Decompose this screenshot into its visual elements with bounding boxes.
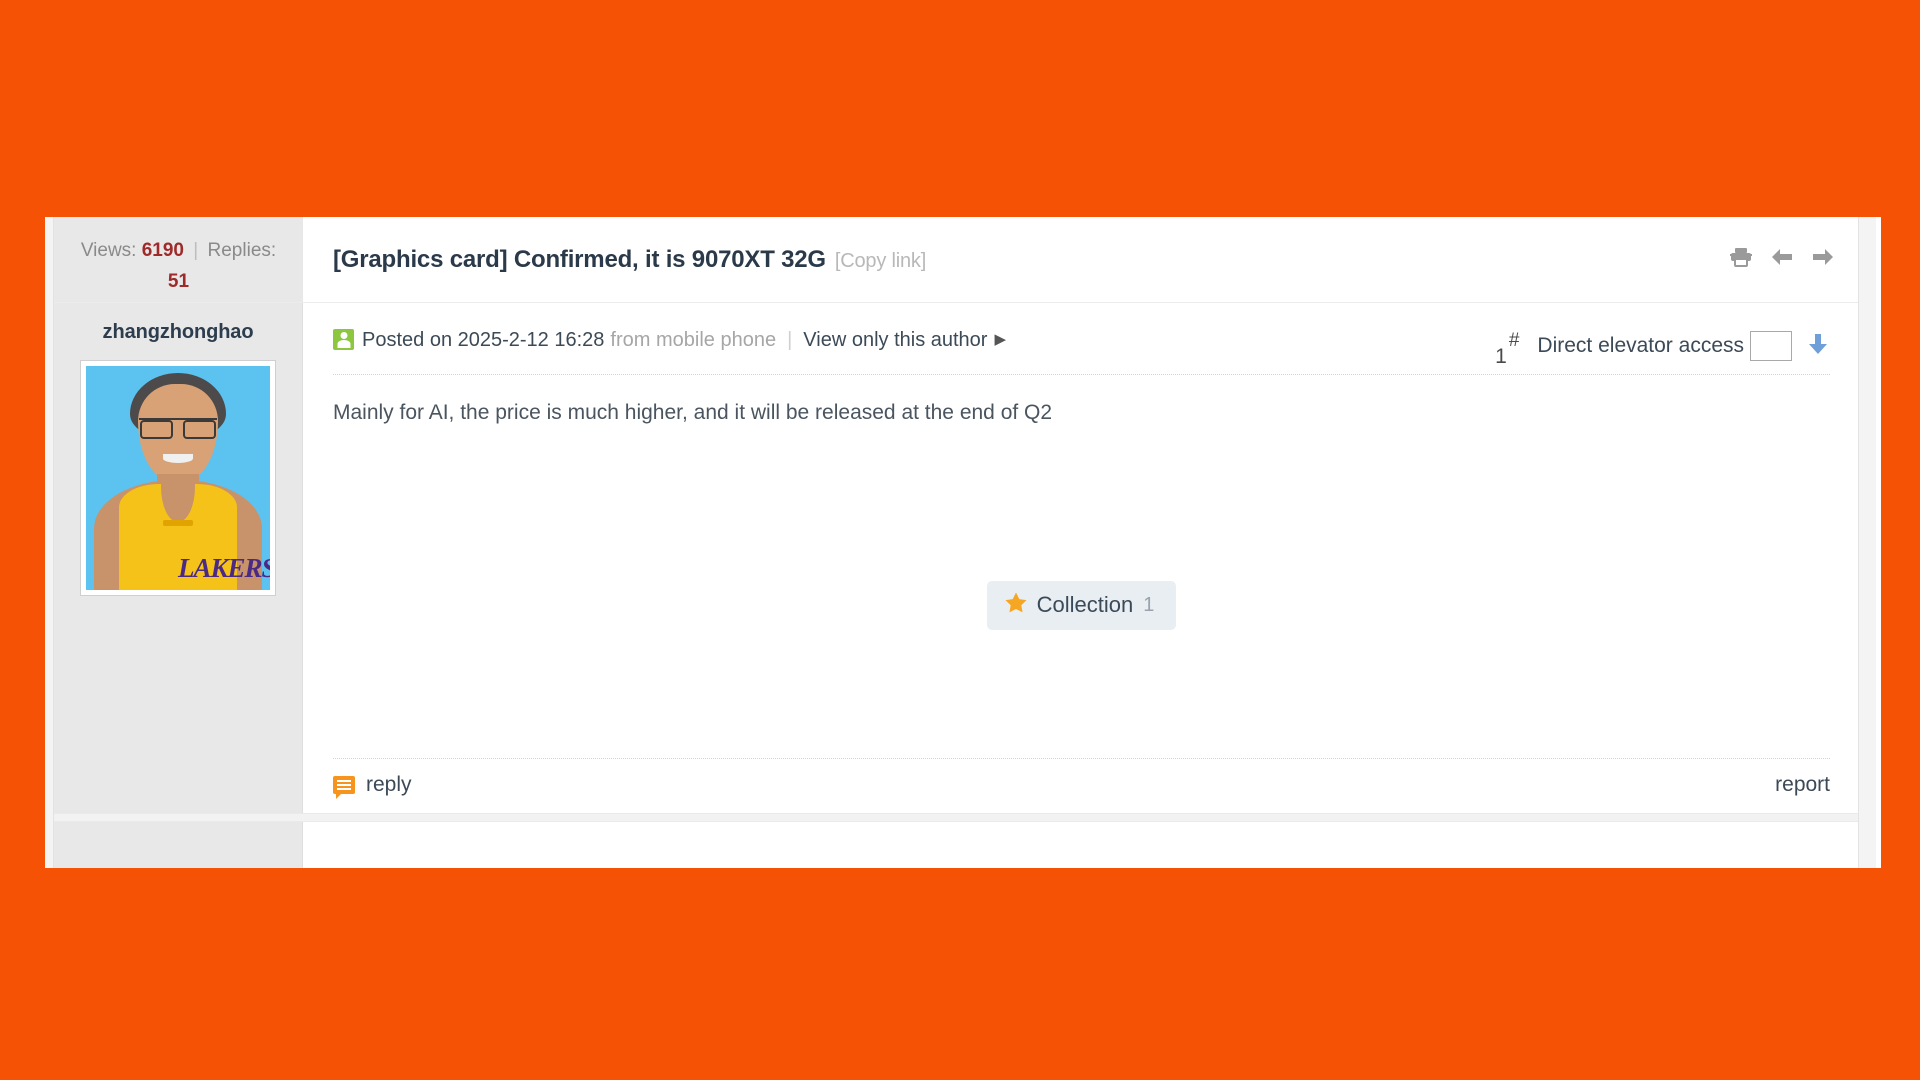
reply-button[interactable]: reply	[333, 773, 412, 799]
avatar-collar-pin	[163, 520, 193, 526]
jump-down-icon[interactable]	[1806, 332, 1830, 361]
replies-count: 51	[167, 270, 190, 292]
print-icon[interactable]	[1730, 247, 1752, 272]
thread-stats-line: Views: 6190 | Replies:	[72, 237, 285, 266]
reply-label: reply	[366, 773, 412, 796]
chevron-right-icon[interactable]: ▶	[994, 332, 1006, 347]
post-body-column-next	[303, 822, 1858, 868]
next-thread-icon[interactable]	[1812, 248, 1834, 271]
post-meta-right: 1# Direct elevator access	[1495, 329, 1830, 368]
thread-card: Views: 6190 | Replies: 51 [Graphics card…	[53, 217, 1859, 868]
view-only-author-link[interactable]: View only this author	[803, 330, 987, 350]
avatar[interactable]: LAKERS	[80, 360, 276, 596]
collection-label: Collection	[1036, 592, 1134, 617]
avatar-image: LAKERS	[86, 366, 270, 590]
copy-link-button[interactable]: [Copy link]	[835, 250, 926, 272]
avatar-mouth	[163, 454, 193, 463]
post-device: from mobile phone	[610, 328, 777, 351]
collection-count: 1	[1143, 593, 1155, 616]
thread-stats: Views: 6190 | Replies: 51	[54, 217, 303, 302]
thread-header: Views: 6190 | Replies: 51 [Graphics card…	[54, 217, 1858, 303]
post-next-partial-hint	[1801, 852, 1806, 867]
meta-separator: |	[787, 328, 793, 351]
post-meta-row: Posted on 2025-2-12 16:28 from mobile ph…	[333, 329, 1830, 375]
post-author-column-next	[54, 822, 303, 868]
mobile-post-icon	[333, 329, 354, 350]
post-footer-row: reply report	[333, 758, 1830, 813]
thread-title-area: [Graphics card] Confirmed, it is 9070XT …	[303, 217, 1858, 302]
views-count: 6190	[141, 240, 185, 261]
views-label: Views:	[80, 240, 137, 261]
stats-separator: |	[193, 240, 199, 261]
direct-elevator-label: Direct elevator access	[1537, 334, 1744, 357]
star-icon	[1005, 592, 1027, 619]
elevator-input[interactable]	[1750, 331, 1792, 361]
post-item-next-partial	[54, 822, 1858, 868]
post-meta-left: Posted on 2025-2-12 16:28 from mobile ph…	[333, 329, 1006, 350]
previous-thread-icon[interactable]	[1771, 248, 1793, 271]
post-author-column: zhangzhonghao LAKERS	[54, 303, 303, 813]
avatar-jersey-wordmark: LAKERS	[178, 553, 270, 583]
floor-number: 1#	[1495, 330, 1519, 368]
post-content-text: Mainly for AI, the price is much higher,…	[333, 401, 1053, 424]
floor-number-value: 1	[1495, 345, 1507, 368]
reply-bubble-lines	[337, 780, 351, 782]
thread-title-text: [Graphics card] Confirmed, it is 9070XT …	[333, 245, 826, 273]
page-title: [Graphics card] Confirmed, it is 9070XT …	[333, 246, 926, 274]
post-body-column: Posted on 2025-2-12 16:28 from mobile ph…	[303, 303, 1858, 813]
post-separator	[54, 813, 1858, 822]
avatar-glasses	[139, 418, 217, 439]
author-username[interactable]: zhangzhonghao	[54, 321, 302, 344]
replies-label: Replies:	[207, 240, 277, 261]
thread-page-window: Views: 6190 | Replies: 51 [Graphics card…	[40, 217, 1881, 868]
collection-button[interactable]: Collection 1	[986, 580, 1177, 630]
report-button[interactable]: report	[1775, 773, 1830, 797]
reply-bubble-icon	[333, 776, 355, 799]
thread-header-tools	[1730, 247, 1834, 272]
post-timestamp: Posted on 2025-2-12 16:28	[362, 328, 605, 351]
post-item: zhangzhonghao LAKERS Posted on 2025-2-12…	[54, 303, 1858, 813]
floor-number-hash: #	[1508, 330, 1520, 351]
collection-area: Collection 1	[333, 580, 1830, 630]
page-inner: Views: 6190 | Replies: 51 [Graphics card…	[45, 217, 1876, 868]
